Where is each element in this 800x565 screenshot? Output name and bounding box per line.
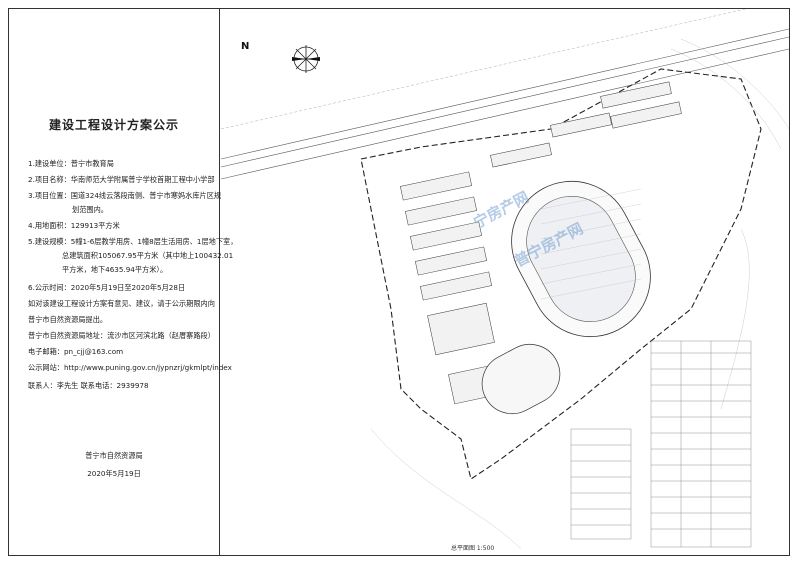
item-scale: 5.建设规模：5幢1-6层教学用房、1幢8层生活用房、1层地下室， [28,237,238,246]
item-contact: 联系人：李先生 联系电话：2939978 [28,381,149,390]
notice-panel: 建设工程设计方案公示 1.建设单位：普宁市教育局 2.项目名称：华南师范大学附属… [8,8,237,556]
site-plan-svg: N [221,9,789,550]
item-scale-cont2: 平方米，地下4635.94平方米）。 [62,265,168,274]
plan-caption: 总平面图 1:500 [451,545,495,552]
item-scale-cont1: 总建筑面积105067.95平方米（其中地上100432.01 [62,251,234,260]
item-address: 普宁市自然资源局地址：流沙市区河滨北路（赵厝寨路段） [28,331,215,340]
notice-title: 建设工程设计方案公示 [48,118,179,132]
item-period: 6.公示时间：2020年5月19日至2020年5月28日 [28,283,186,292]
item-builder: 1.建设单位：普宁市教育局 [28,159,114,168]
item-feedback: 如对该建设工程设计方案有意见、建议，请于公示期限内向 [28,299,215,308]
item-location: 3.项目位置：国道324线云落段南侧、普宁市寒妈水库片区规 [28,191,222,200]
item-feedback-cont: 普宁市自然资源局提出。 [28,315,108,324]
item-website: 公示网站：http://www.puning.gov.cn/jypnzrj/gk… [28,363,232,372]
item-land-area: 4.用地面积：129913平方米 [28,221,120,230]
signature-date: 2020年5月19日 [87,469,141,478]
north-label: N [241,41,249,52]
signature-org: 普宁市自然资源局 [85,451,143,460]
item-project-name: 2.项目名称：华南师范大学附属普宁学校首期工程中小学部 [28,175,215,184]
item-location-cont: 划范围内。 [72,205,108,214]
north-arrow-icon [292,45,320,73]
site-plan-drawing: N 宁房产网 普宁房产网 总平面图 1:500 [221,9,789,555]
item-email: 电子邮箱：pn_cjj@163.com [28,347,124,356]
